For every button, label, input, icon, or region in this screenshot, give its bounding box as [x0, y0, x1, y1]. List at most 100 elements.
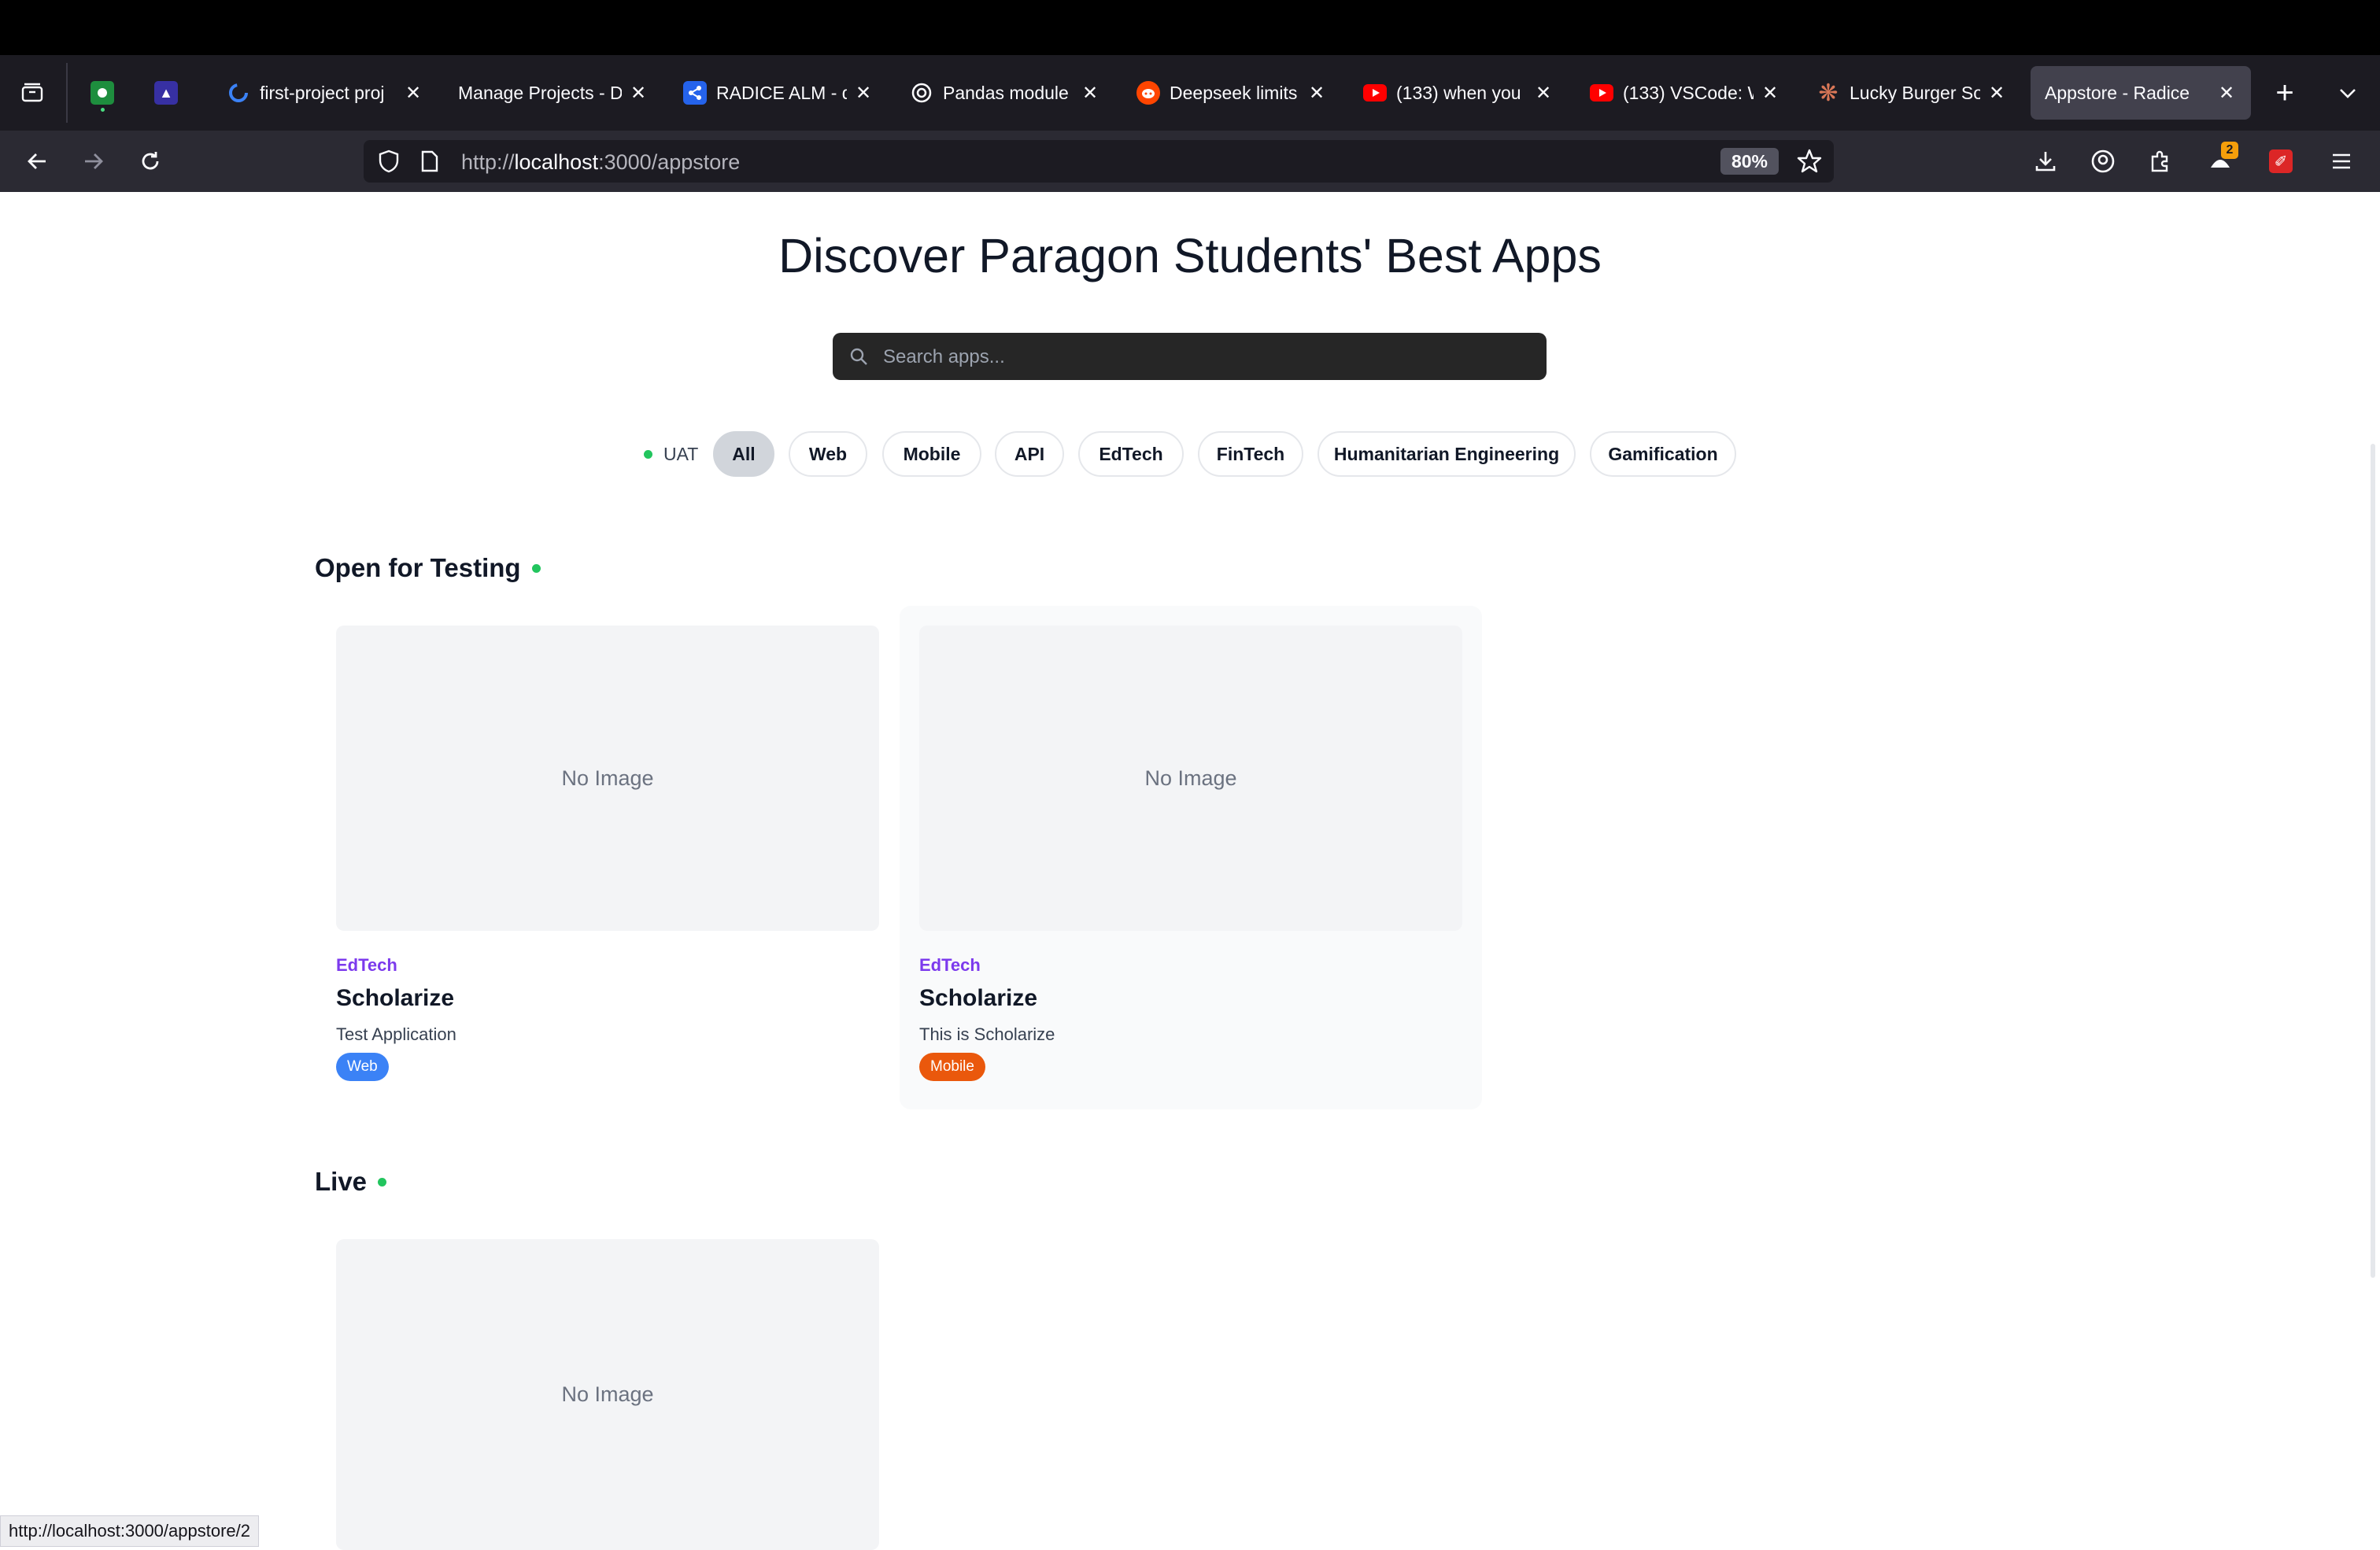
app-description: This is Scholarize	[919, 1024, 1055, 1044]
close-icon[interactable]: ✕	[401, 81, 425, 105]
filter-chip-gamification[interactable]: Gamification	[1590, 431, 1736, 477]
app-icon: ▲	[154, 81, 178, 105]
page-info-icon[interactable]	[420, 150, 439, 176]
app-thumbnail-placeholder: No Image	[336, 1239, 879, 1550]
downloads-button[interactable]	[2026, 142, 2065, 181]
tabs-tray-icon	[21, 83, 43, 102]
puzzle-icon	[2151, 150, 2168, 172]
page-title: Discover Paragon Students' Best Apps	[778, 229, 1602, 282]
shield-icon[interactable]	[378, 149, 400, 177]
app-card[interactable]: No Image	[316, 1220, 899, 1550]
tab-pandas[interactable]: Pandas module r ✕	[910, 66, 1102, 120]
close-icon[interactable]: ✕	[1078, 81, 1102, 105]
tab-youtube-2[interactable]: (133) VSCode: W ✕	[1590, 66, 1782, 120]
tab-youtube-1[interactable]: (133) when you l ✕	[1363, 66, 1555, 120]
search-placeholder: Search apps...	[883, 346, 1005, 367]
tab-label: RADICE ALM - d	[716, 82, 847, 103]
section-title-live: Live	[315, 1167, 387, 1197]
list-all-tabs-button[interactable]	[2326, 66, 2369, 120]
search-input[interactable]: Search apps...	[833, 333, 1547, 380]
platform-badge: Web	[336, 1053, 389, 1081]
url-text[interactable]: http://localhost:3000/appstore	[461, 150, 740, 175]
tab-label: first-project proj	[260, 82, 385, 103]
page-content: Discover Paragon Students' Best Apps Sea…	[0, 192, 2380, 1550]
tab-first-project[interactable]: first-project proj ✕	[227, 66, 425, 120]
tab-attention-dot	[101, 108, 105, 112]
pen-icon: ✐	[2269, 149, 2293, 173]
filter-chip-api[interactable]: API	[995, 431, 1064, 477]
status-dot	[644, 449, 652, 459]
tab-label: Manage Projects - D	[458, 82, 622, 103]
close-icon[interactable]: ✕	[2215, 81, 2238, 105]
tab-divider	[66, 63, 68, 123]
tab-overview-button[interactable]	[9, 66, 55, 120]
tab-label: (133) VSCode: W	[1623, 82, 1754, 103]
tab-label: Appstore - Radice	[2045, 82, 2190, 103]
filter-bar: UAT All Web Mobile API EdTech FinTech Hu…	[0, 431, 2380, 478]
filter-chip-edtech[interactable]: EdTech	[1078, 431, 1184, 477]
tab-label: (133) when you l	[1396, 82, 1527, 103]
bookmark-star-icon[interactable]	[1796, 148, 1823, 179]
address-bar[interactable]: http://localhost:3000/appstore 80%	[364, 140, 1834, 183]
account-icon	[2091, 149, 2115, 173]
close-icon[interactable]: ✕	[1532, 81, 1555, 105]
forward-button[interactable]	[74, 142, 113, 181]
tab-strip: ▲ first-project proj ✕ Manage Projects -…	[0, 55, 2380, 131]
reload-icon	[142, 152, 159, 170]
extensions-button[interactable]	[2141, 142, 2180, 181]
share-icon	[683, 81, 707, 105]
pen-extension-button[interactable]: ✐	[2261, 142, 2301, 181]
zoom-indicator[interactable]: 80%	[1720, 148, 1779, 175]
scrollbar[interactable]	[2371, 444, 2375, 1278]
account-button[interactable]	[2083, 142, 2123, 181]
close-icon[interactable]: ✕	[1305, 81, 1329, 105]
section-title-text: Live	[315, 1167, 368, 1196]
arrow-left-icon	[28, 153, 46, 169]
platform-badge: Mobile	[919, 1053, 985, 1081]
filter-chip-all[interactable]: All	[713, 431, 774, 477]
url-path: :3000/appstore	[598, 150, 741, 174]
tab-deepseek[interactable]: Deepseek limits ✕	[1136, 66, 1329, 120]
app-thumbnail-placeholder: No Image	[336, 626, 879, 931]
youtube-icon	[1590, 81, 1613, 105]
app-card[interactable]: No Image EdTech Scholarize Test Applicat…	[316, 606, 899, 1109]
status-dot	[378, 1177, 387, 1186]
new-tab-button[interactable]: +	[2264, 66, 2306, 120]
app-description: Test Application	[336, 1024, 456, 1044]
tab-manage-projects[interactable]: Manage Projects - D ✕	[456, 66, 650, 120]
openai-icon	[910, 81, 933, 105]
digitalocean-icon	[227, 81, 250, 105]
filter-chip-humanitarian-engineering[interactable]: Humanitarian Engineering	[1318, 431, 1576, 477]
app-name: Scholarize	[919, 985, 1038, 1011]
close-icon[interactable]: ✕	[852, 81, 875, 105]
close-icon[interactable]: ✕	[1985, 81, 2009, 105]
tab-appstore-active[interactable]: Appstore - Radice ✕	[2031, 66, 2251, 120]
tab-radice-alm[interactable]: RADICE ALM - d ✕	[683, 66, 875, 120]
extension-badge: 2	[2221, 142, 2238, 159]
extension-button[interactable]: 2	[2201, 142, 2240, 181]
tab-lucky-burger[interactable]: ❋ Lucky Burger So ✕	[1816, 66, 2009, 120]
uat-filter[interactable]: UAT	[644, 431, 698, 477]
arrow-right-icon	[85, 153, 103, 169]
pinned-tab-2[interactable]: ▲	[145, 66, 187, 120]
menu-button[interactable]	[2322, 142, 2361, 181]
close-icon[interactable]: ✕	[1758, 81, 1782, 105]
section-title-open-for-testing: Open for Testing	[315, 553, 541, 583]
claude-icon: ❋	[1818, 79, 1839, 106]
link-status-bar: http://localhost:3000/appstore/2	[0, 1515, 259, 1547]
filter-chip-mobile[interactable]: Mobile	[882, 431, 981, 477]
app-category: EdTech	[919, 955, 981, 975]
pinned-tab-classroom[interactable]	[81, 66, 124, 120]
tab-label: Lucky Burger So	[1850, 82, 1980, 103]
url-scheme: http://	[461, 150, 515, 174]
hamburger-icon	[2333, 153, 2350, 169]
reload-button[interactable]	[131, 142, 170, 181]
search-icon	[848, 346, 869, 371]
back-button[interactable]	[17, 142, 57, 181]
tab-label: Deepseek limits	[1170, 82, 1298, 103]
url-host: localhost	[514, 150, 599, 174]
close-icon[interactable]: ✕	[626, 81, 650, 105]
filter-chip-web[interactable]: Web	[789, 431, 867, 477]
filter-chip-fintech[interactable]: FinTech	[1198, 431, 1303, 477]
app-card[interactable]: No Image EdTech Scholarize This is Schol…	[900, 606, 1482, 1109]
